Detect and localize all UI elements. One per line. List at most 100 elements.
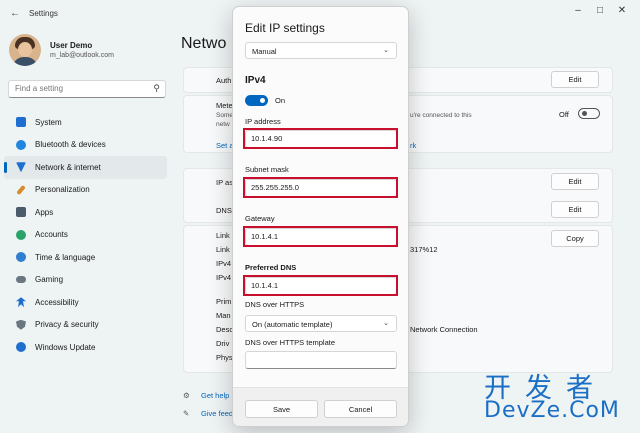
sidebar-item-label: Personalization — [35, 185, 90, 195]
dialog-title: Edit IP settings — [245, 21, 325, 35]
update-icon — [16, 342, 26, 353]
sidebar: User Demo m_lab@outlook.com ⚲ System Blu… — [0, 26, 175, 433]
system-icon — [16, 117, 26, 128]
dialog-footer: Save Cancel — [233, 387, 408, 426]
app-title: Settings — [29, 9, 58, 18]
avatar[interactable] — [9, 34, 41, 66]
sidebar-item-label: Accounts — [35, 230, 68, 240]
nav-list: System Bluetooth & devices Network & int… — [4, 111, 167, 359]
sidebar-item-apps[interactable]: Apps — [4, 201, 167, 224]
auth-label: Auth — [216, 76, 232, 85]
cancel-button[interactable]: Cancel — [324, 400, 397, 418]
prop-ipv6-value: 317%12 — [410, 245, 438, 254]
search-box[interactable]: ⚲ — [8, 80, 166, 98]
metered-sub-1: Some — [216, 112, 233, 119]
chevron-down-icon: ⌄ — [383, 320, 389, 327]
metered-label: Mete — [216, 101, 233, 110]
ipv4-heading: IPv4 — [245, 75, 266, 86]
give-feedback-link[interactable]: Give feed — [201, 409, 233, 418]
copy-button[interactable]: Copy — [551, 230, 599, 247]
sidebar-item-accounts[interactable]: Accounts — [4, 224, 167, 247]
sidebar-item-time-language[interactable]: Time & language — [4, 246, 167, 269]
ip-address-label: IP address — [245, 117, 281, 126]
accessibility-icon — [16, 297, 26, 308]
ip-mode-value: Manual — [252, 47, 277, 56]
apps-icon — [16, 207, 26, 218]
sidebar-item-windows-update[interactable]: Windows Update — [4, 336, 167, 359]
ipv4-toggle-label: On — [275, 96, 286, 105]
gateway-label: Gateway — [245, 214, 275, 223]
network-icon — [16, 162, 26, 173]
chevron-down-icon: ⌄ — [383, 47, 389, 54]
maximize-icon[interactable]: □ — [593, 5, 607, 16]
get-help-link[interactable]: Get help — [201, 391, 229, 400]
prop-manufacturer: Man — [216, 311, 231, 320]
shield-icon — [16, 319, 26, 330]
sidebar-item-label: Accessibility — [35, 297, 79, 307]
edit-auth-button[interactable]: Edit — [551, 71, 599, 88]
sidebar-item-label: Apps — [35, 207, 54, 217]
set-data-limit-link[interactable]: Set a — [216, 141, 234, 150]
ip-mode-select[interactable]: Manual ⌄ — [245, 42, 397, 59]
close-icon[interactable]: ✕ — [615, 5, 629, 16]
doh-template-field[interactable] — [245, 351, 397, 369]
sidebar-item-system[interactable]: System — [4, 111, 167, 134]
accounts-icon — [16, 229, 26, 240]
sidebar-item-label: Network & internet — [35, 162, 101, 172]
doh-select[interactable]: On (automatic template) ⌄ — [245, 315, 397, 332]
sidebar-item-label: Windows Update — [35, 342, 96, 352]
metered-desc: u're connected to this — [410, 112, 472, 119]
preferred-dns-highlight — [243, 275, 398, 296]
prop-physical: Phys — [216, 353, 233, 362]
sidebar-item-network[interactable]: Network & internet — [4, 156, 167, 179]
subnet-mask-label: Subnet mask — [245, 165, 289, 174]
sidebar-item-label: Privacy & security — [35, 320, 99, 330]
sidebar-item-bluetooth[interactable]: Bluetooth & devices — [4, 134, 167, 157]
metered-sub-2: netw — [216, 121, 230, 128]
edit-ip-button[interactable]: Edit — [551, 173, 599, 190]
prop-description-value: Network Connection — [410, 325, 478, 334]
gateway-highlight — [243, 226, 398, 247]
sidebar-item-label: Bluetooth & devices — [35, 140, 106, 150]
prop-description: Desc — [216, 325, 234, 334]
user-email: m_lab@outlook.com — [50, 52, 114, 59]
sidebar-item-accessibility[interactable]: Accessibility — [4, 291, 167, 314]
minimize-icon[interactable]: – — [571, 5, 585, 16]
prop-primary: Prim — [216, 297, 232, 306]
sidebar-item-privacy[interactable]: Privacy & security — [4, 314, 167, 337]
metered-state: Off — [559, 110, 569, 119]
watermark-logo: 开发者 DevZe.CoM — [484, 366, 634, 428]
ipv4-toggle[interactable] — [245, 95, 268, 106]
sidebar-item-label: Time & language — [35, 252, 96, 262]
watermark-bottom: DevZe.CoM — [484, 398, 620, 423]
metered-toggle[interactable] — [578, 108, 600, 119]
doh-template-label: DNS over HTTPS template — [245, 338, 336, 347]
ip-address-highlight — [243, 128, 398, 149]
sidebar-item-label: System — [35, 117, 62, 127]
gaming-icon — [16, 276, 26, 284]
time-icon — [16, 252, 26, 263]
sidebar-item-gaming[interactable]: Gaming — [4, 269, 167, 292]
user-name: User Demo — [50, 41, 93, 50]
sidebar-item-personalization[interactable]: Personalization — [4, 179, 167, 202]
dns-assignment-label: DNS — [216, 206, 232, 215]
feedback-icon: ✎ — [183, 409, 190, 418]
search-icon[interactable]: ⚲ — [153, 83, 160, 94]
back-arrow-icon[interactable]: ← — [10, 8, 20, 19]
prop-link-speed: Link — [216, 231, 230, 240]
page-title: Netwo — [181, 35, 227, 52]
save-button[interactable]: Save — [245, 400, 318, 418]
prop-driver: Driv — [216, 339, 230, 348]
preferred-dns-label: Preferred DNS — [245, 263, 297, 272]
edit-dns-button[interactable]: Edit — [551, 201, 599, 218]
doh-label: DNS over HTTPS — [245, 300, 305, 309]
ip-assignment-label: IP as — [216, 178, 233, 187]
doh-template-input[interactable] — [251, 355, 391, 364]
set-data-limit-link-tail[interactable]: rk — [410, 141, 416, 150]
prop-ipv4-dns: IPv4 — [216, 273, 232, 282]
search-input[interactable] — [15, 84, 145, 93]
prop-link-local: Link — [216, 245, 230, 254]
edit-ip-dialog: Edit IP settings Manual ⌄ IPv4 On IP add… — [232, 6, 409, 427]
sidebar-item-label: Gaming — [35, 275, 64, 285]
help-icon: ⚙ — [183, 391, 190, 400]
